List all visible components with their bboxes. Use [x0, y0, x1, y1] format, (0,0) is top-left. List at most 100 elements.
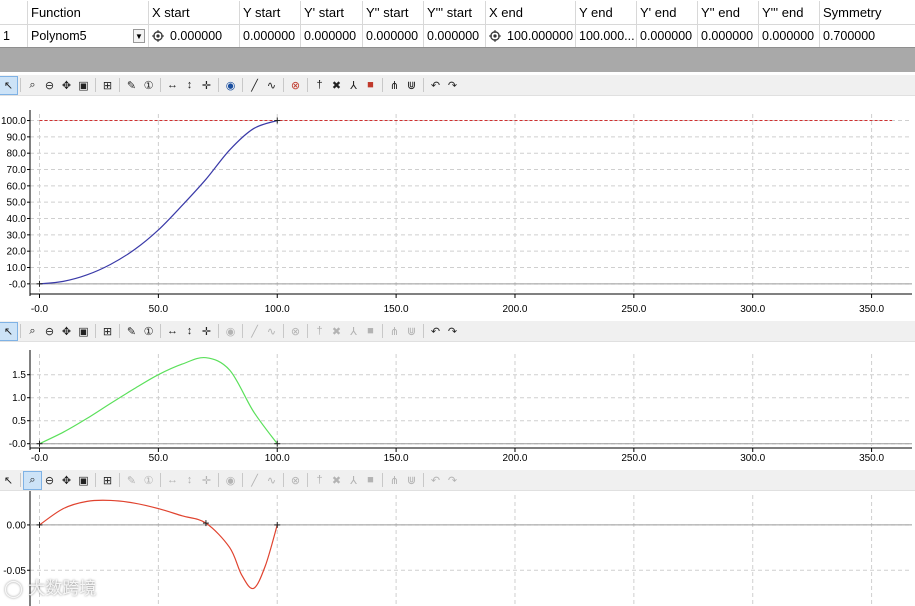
stop-icon[interactable]: ■ [362, 77, 379, 94]
x-end-cell[interactable]: 100.000000 [486, 25, 576, 47]
fit-horizontal-icon[interactable]: ↔ [164, 472, 181, 489]
crosshair-icon[interactable] [152, 30, 164, 42]
column-header-ypp-end[interactable]: Y'' end [698, 1, 759, 24]
table-row[interactable]: 1 Polynom5 ▼ 0.000000 0.000000 0.000000 … [0, 24, 915, 47]
insert-point-icon[interactable]: † [311, 323, 328, 340]
curve-icon[interactable]: ∿ [263, 472, 280, 489]
column-header-yppp-start[interactable]: Y''' start [424, 1, 486, 24]
delete-icon[interactable]: ⊗ [287, 77, 304, 94]
pan-icon[interactable]: ✥ [58, 77, 75, 94]
undo-icon[interactable]: ↶ [427, 77, 444, 94]
zoom-icon[interactable]: ⌕ [24, 77, 41, 94]
curve-icon[interactable]: ∿ [263, 323, 280, 340]
x-start-cell[interactable]: 0.000000 [149, 25, 240, 47]
column-header-y-start[interactable]: Y start [240, 1, 301, 24]
cross-point-icon[interactable]: ✖ [328, 323, 345, 340]
line-icon[interactable]: ╱ [246, 472, 263, 489]
edit-pen-icon[interactable]: ✎ [123, 472, 140, 489]
line-icon[interactable]: ╱ [246, 77, 263, 94]
yp-end-cell[interactable]: 0.000000 [637, 25, 698, 47]
merge-icon[interactable]: ⋓ [403, 472, 420, 489]
symmetry-cell[interactable]: 0.700000 [820, 25, 915, 47]
split-icon[interactable]: ⋔ [386, 323, 403, 340]
zoom-out-icon[interactable]: ⊖ [41, 472, 58, 489]
zoom-out-icon[interactable]: ⊖ [41, 77, 58, 94]
cross-point-icon[interactable]: ✖ [328, 472, 345, 489]
target-icon[interactable]: ◉ [222, 472, 239, 489]
yp-start-cell[interactable]: 0.000000 [301, 25, 363, 47]
redo-icon[interactable]: ↷ [444, 323, 461, 340]
column-header-ypp-start[interactable]: Y'' start [363, 1, 424, 24]
select-arrow-icon[interactable]: ↖ [0, 321, 18, 341]
splitter-bar[interactable] [0, 47, 915, 72]
zoom-window-icon[interactable]: ▣ [75, 472, 92, 489]
function-select[interactable]: Polynom5 ▼ [28, 25, 149, 47]
column-header-y-end[interactable]: Y end [576, 1, 637, 24]
fork-icon[interactable]: ⅄ [345, 323, 362, 340]
zoom-window-icon[interactable]: ▣ [75, 323, 92, 340]
point-one-icon[interactable]: ① [140, 323, 157, 340]
redo-icon[interactable]: ↷ [444, 77, 461, 94]
zoom-out-icon[interactable]: ⊖ [41, 323, 58, 340]
column-header-x-end[interactable]: X end [486, 1, 576, 24]
chevron-down-icon[interactable]: ▼ [133, 29, 145, 43]
insert-point-icon[interactable]: † [311, 472, 328, 489]
column-header-x-start[interactable]: X start [149, 1, 240, 24]
column-header-yp-end[interactable]: Y' end [637, 1, 698, 24]
curve-icon[interactable]: ∿ [263, 77, 280, 94]
position-plot[interactable]: -0.0 50.0 100.0 150.0 200.0 250.0 300.0 350.0 -0… [0, 96, 915, 320]
grid-icon[interactable]: ⊞ [99, 77, 116, 94]
pan-icon[interactable]: ✥ [58, 472, 75, 489]
stop-icon[interactable]: ■ [362, 323, 379, 340]
split-icon[interactable]: ⋔ [386, 472, 403, 489]
target-icon[interactable]: ◉ [222, 323, 239, 340]
fit-horizontal-icon[interactable]: ↔ [164, 77, 181, 94]
zoom-window-icon[interactable]: ▣ [75, 77, 92, 94]
merge-icon[interactable]: ⋓ [403, 323, 420, 340]
fork-icon[interactable]: ⅄ [345, 77, 362, 94]
split-icon[interactable]: ⋔ [386, 77, 403, 94]
select-arrow-icon[interactable]: ↖ [0, 472, 17, 489]
fit-vertical-icon[interactable]: ↕ [181, 77, 198, 94]
pan-icon[interactable]: ✥ [58, 323, 75, 340]
grid-icon[interactable]: ⊞ [99, 472, 116, 489]
insert-point-icon[interactable]: † [311, 77, 328, 94]
fit-horizontal-icon[interactable]: ↔ [164, 323, 181, 340]
acceleration-plot[interactable]: 0.00 -0.05 [0, 491, 915, 606]
crosshair-icon[interactable] [489, 30, 501, 42]
line-icon[interactable]: ╱ [246, 323, 263, 340]
fork-icon[interactable]: ⅄ [345, 472, 362, 489]
select-arrow-icon[interactable]: ↖ [0, 75, 18, 95]
y-end-cell[interactable]: 100.000... [576, 25, 637, 47]
column-header-function[interactable]: Function [28, 1, 149, 24]
fit-all-icon[interactable]: ✛ [198, 472, 215, 489]
delete-icon[interactable]: ⊗ [287, 323, 304, 340]
yppp-start-cell[interactable]: 0.000000 [424, 25, 486, 47]
column-header-symmetry[interactable]: Symmetry [820, 1, 915, 24]
yppp-end-cell[interactable]: 0.000000 [759, 25, 820, 47]
ypp-end-cell[interactable]: 0.000000 [698, 25, 759, 47]
fit-vertical-icon[interactable]: ↕ [181, 323, 198, 340]
ypp-start-cell[interactable]: 0.000000 [363, 25, 424, 47]
undo-icon[interactable]: ↶ [427, 323, 444, 340]
column-header-yp-start[interactable]: Y' start [301, 1, 363, 24]
point-one-icon[interactable]: ① [140, 77, 157, 94]
cross-point-icon[interactable]: ✖ [328, 77, 345, 94]
column-header-yppp-end[interactable]: Y''' end [759, 1, 820, 24]
zoom-icon[interactable]: ⌕ [24, 323, 41, 340]
redo-icon[interactable]: ↷ [444, 472, 461, 489]
fit-all-icon[interactable]: ✛ [198, 323, 215, 340]
zoom-icon[interactable]: ⌕ [23, 470, 42, 490]
fit-vertical-icon[interactable]: ↕ [181, 472, 198, 489]
fit-all-icon[interactable]: ✛ [198, 77, 215, 94]
point-one-icon[interactable]: ① [140, 472, 157, 489]
edit-pen-icon[interactable]: ✎ [123, 77, 140, 94]
grid-icon[interactable]: ⊞ [99, 323, 116, 340]
stop-icon[interactable]: ■ [362, 472, 379, 489]
y-start-cell[interactable]: 0.000000 [240, 25, 301, 47]
target-icon[interactable]: ◉ [222, 77, 239, 94]
delete-icon[interactable]: ⊗ [287, 472, 304, 489]
velocity-plot[interactable]: -0.0 50.0 100.0 150.0 200.0 250.0 300.0 350.0 -0… [0, 342, 915, 469]
undo-icon[interactable]: ↶ [427, 472, 444, 489]
merge-icon[interactable]: ⋓ [403, 77, 420, 94]
